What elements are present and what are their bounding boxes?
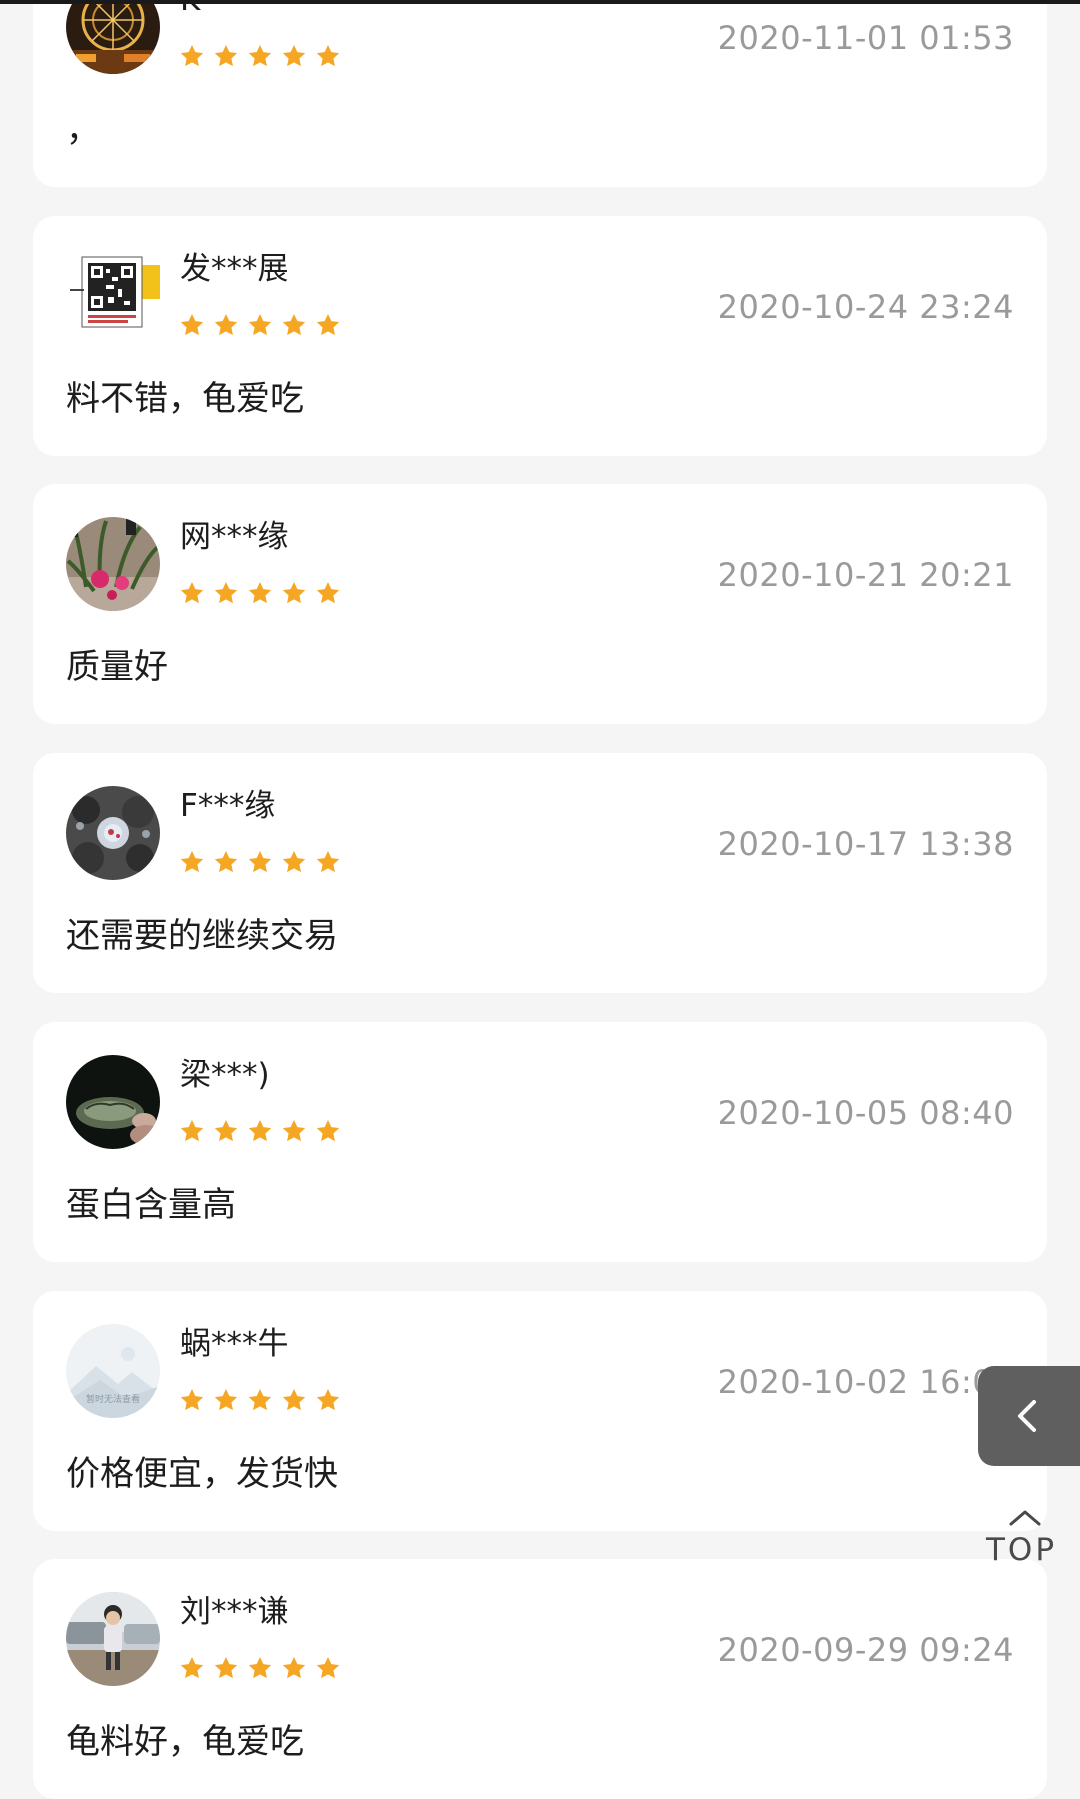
star-icon	[180, 1119, 204, 1142]
turtle-avatar[interactable]	[66, 1055, 160, 1149]
reviewer-name: 网***缘	[180, 519, 289, 555]
review-text: ，	[66, 110, 100, 150]
star-rating	[179, 1118, 341, 1144]
status-bar-edge	[0, 0, 1080, 4]
qr-code-avatar[interactable]	[66, 249, 160, 343]
star-icon	[180, 1656, 204, 1679]
star-rating	[179, 312, 341, 338]
back-button[interactable]	[978, 1366, 1080, 1466]
star-icon	[316, 1119, 340, 1142]
reviewer-name: 发***展	[180, 251, 289, 287]
star-icon	[316, 850, 340, 873]
review-card: K*** 2020-11-01 01:53 ，	[33, 0, 1047, 187]
star-icon	[248, 850, 272, 873]
plant-avatar[interactable]	[66, 517, 160, 611]
review-card: 暂时无法查看 蜗***牛 2020-10-02 16:07 价格便宜，发货快	[33, 1291, 1047, 1531]
review-date: 2020-10-05 08:40	[717, 1094, 1014, 1132]
reviewer-name: 梁***)	[180, 1057, 270, 1093]
star-icon	[214, 850, 238, 873]
child-photo-avatar[interactable]	[66, 1592, 160, 1686]
star-icon	[214, 1388, 238, 1411]
review-date: 2020-10-02 16:07	[717, 1363, 1014, 1401]
review-card: 发***展 2020-10-24 23:24 料不错，龟爱吃	[33, 216, 1047, 456]
review-text: 料不错，龟爱吃	[66, 379, 304, 419]
star-icon	[248, 1388, 272, 1411]
star-icon	[180, 44, 204, 67]
review-text: 价格便宜，发货快	[66, 1454, 338, 1494]
star-icon	[214, 313, 238, 336]
scroll-top-label: TOP	[986, 1532, 1058, 1568]
star-icon	[316, 44, 340, 67]
star-icon	[180, 1388, 204, 1411]
star-icon	[214, 44, 238, 67]
star-icon	[214, 581, 238, 604]
star-icon	[248, 1119, 272, 1142]
review-text: 蛋白含量高	[66, 1185, 236, 1225]
star-icon	[248, 313, 272, 336]
review-date: 2020-10-21 20:21	[717, 556, 1014, 594]
review-date: 2020-10-24 23:24	[717, 288, 1014, 326]
star-rating	[179, 849, 341, 875]
star-icon	[248, 1656, 272, 1679]
review-text: 质量好	[66, 647, 168, 687]
star-rating	[179, 1655, 341, 1681]
reviewer-name: 刘***谦	[180, 1594, 289, 1630]
star-icon	[248, 44, 272, 67]
review-date: 2020-09-29 09:24	[717, 1631, 1014, 1669]
review-card: 梁***) 2020-10-05 08:40 蛋白含量高	[33, 1022, 1047, 1262]
star-icon	[282, 44, 306, 67]
star-icon	[282, 850, 306, 873]
scroll-top-button[interactable]: TOP	[982, 1508, 1064, 1568]
star-rating	[179, 580, 341, 606]
reviewer-name: 蜗***牛	[180, 1326, 289, 1362]
star-icon	[316, 313, 340, 336]
review-date: 2020-11-01 01:53	[717, 19, 1014, 57]
star-icon	[282, 1656, 306, 1679]
placeholder-avatar[interactable]: 暂时无法查看	[66, 1324, 160, 1418]
star-icon	[180, 581, 204, 604]
star-rating	[179, 1387, 341, 1413]
star-icon	[214, 1119, 238, 1142]
star-icon	[180, 313, 204, 336]
review-card: 刘***谦 2020-09-29 09:24 龟料好，龟爱吃	[33, 1559, 1047, 1799]
ferris-wheel-avatar[interactable]	[66, 0, 160, 74]
star-icon	[248, 581, 272, 604]
star-icon	[282, 1388, 306, 1411]
star-icon	[282, 313, 306, 336]
star-icon	[282, 1119, 306, 1142]
review-date: 2020-10-17 13:38	[717, 825, 1014, 863]
crystal-avatar[interactable]	[66, 786, 160, 880]
chevron-up-icon	[1009, 1510, 1041, 1526]
star-icon	[282, 581, 306, 604]
star-icon	[316, 581, 340, 604]
svg-text:暂时无法查看: 暂时无法查看	[86, 1393, 140, 1405]
reviewer-name: F***缘	[180, 788, 276, 824]
review-card: F***缘 2020-10-17 13:38 还需要的继续交易	[33, 753, 1047, 993]
review-text: 龟料好，龟爱吃	[66, 1722, 304, 1762]
review-text: 还需要的继续交易	[66, 916, 338, 956]
star-icon	[214, 1656, 238, 1679]
review-card: 网***缘 2020-10-21 20:21 质量好	[33, 484, 1047, 724]
star-icon	[316, 1388, 340, 1411]
star-icon	[180, 850, 204, 873]
chevron-left-icon	[1018, 1400, 1036, 1432]
star-rating	[179, 43, 341, 69]
star-icon	[316, 1656, 340, 1679]
